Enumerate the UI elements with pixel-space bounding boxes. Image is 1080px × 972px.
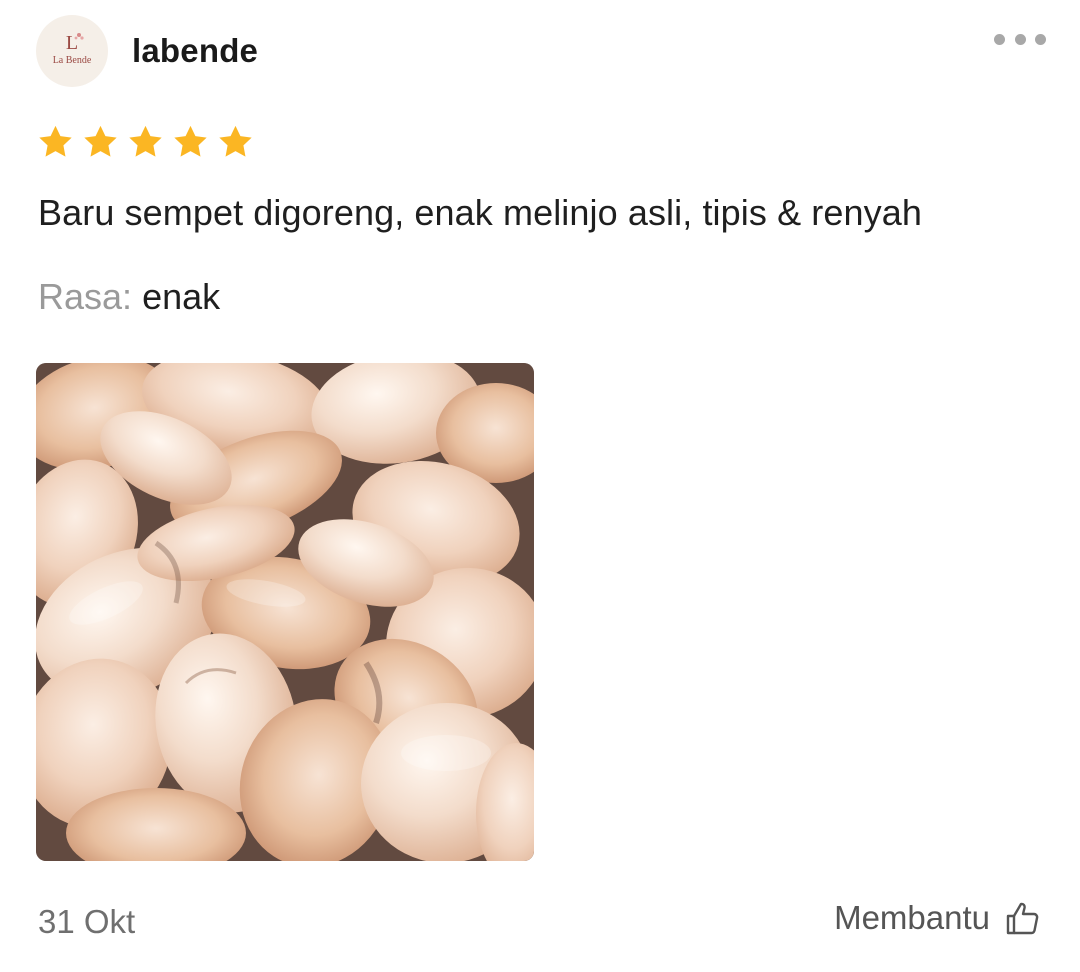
star-icon [216,123,255,161]
review-card: L La Bende labende Baru sempet digoreng,… [0,0,1080,972]
variant-info: Rasa: enak [38,276,220,318]
star-icon [126,123,165,161]
review-photo[interactable] [36,363,534,861]
star-icon [81,123,120,161]
star-rating [36,123,255,161]
more-options-button[interactable] [994,28,1046,50]
helpful-button[interactable]: Membantu [834,899,1040,937]
thumbs-up-icon [1004,900,1040,936]
review-header: L La Bende labende [36,15,258,87]
variant-label: Rasa: [38,276,133,317]
melinjo-crackers-photo [36,363,534,861]
more-dots-icon [1035,33,1046,45]
more-dots-icon [1014,33,1026,45]
helpful-label: Membantu [834,899,990,936]
avatar[interactable]: L La Bende [36,15,108,87]
variant-value: enak [142,276,221,317]
star-icon [36,123,75,161]
username[interactable]: labende [132,32,258,70]
star-icon [171,123,210,161]
logo-brand-text: La Bende [53,55,92,66]
more-dots-icon [994,33,1005,45]
logo-mark: L [66,32,78,54]
review-text: Baru sempet digoreng, enak melinjo asli,… [38,192,922,233]
review-date: 31 Okt [38,903,136,940]
la-bende-logo: L La Bende [53,32,92,66]
